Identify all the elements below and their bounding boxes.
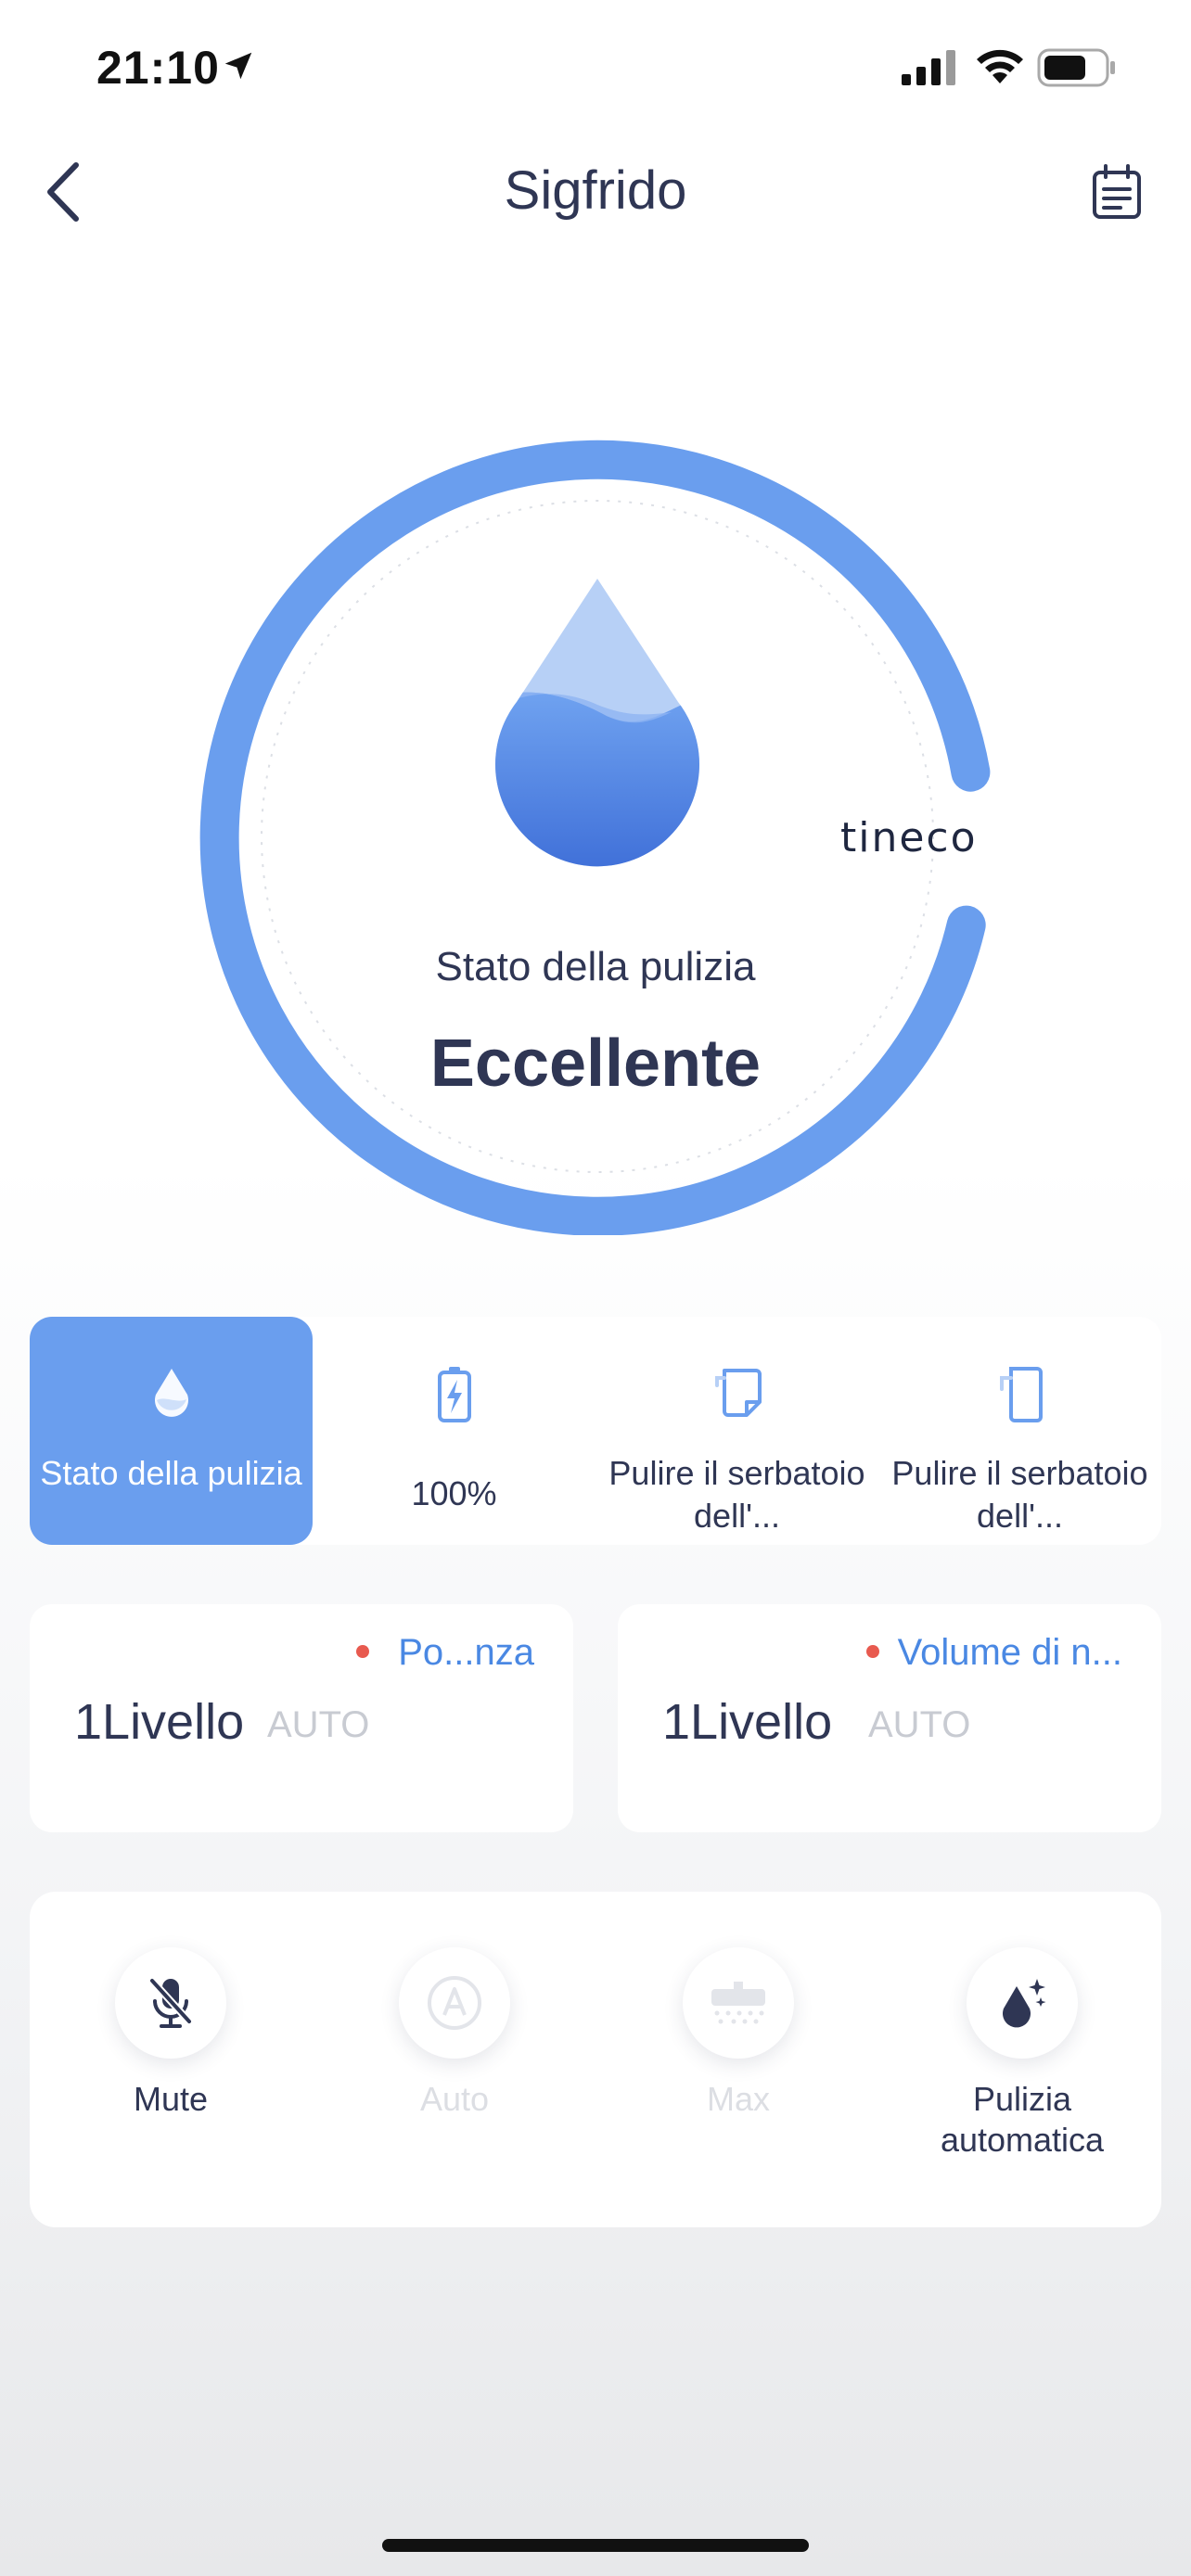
auto-mode-icon: [428, 1976, 481, 2030]
location-arrow-icon: [224, 52, 252, 80]
mode-label: AUTO: [267, 1704, 370, 1745]
status-time: 21:10: [96, 42, 220, 94]
home-indicator[interactable]: [382, 2539, 809, 2552]
mic-off-icon: [149, 1978, 192, 2028]
action-label: Pulizia automatica: [940, 2080, 1105, 2159]
mode-label: AUTO: [868, 1704, 971, 1745]
water-drop-icon: [494, 579, 699, 867]
level-value: 1Livello: [662, 1694, 833, 1750]
auto-mode-button[interactable]: Auto: [352, 1947, 557, 2120]
mute-circle[interactable]: [115, 1947, 226, 2059]
battery-charging-icon: [437, 1367, 471, 1422]
max-circle[interactable]: [683, 1947, 794, 2059]
notification-dot: [356, 1645, 369, 1658]
tab-cleaning-status[interactable]: Stato della pulizia: [30, 1317, 313, 1545]
self-clean-icon: [1003, 1979, 1046, 2028]
card-tag: Volume di n...: [897, 1632, 1122, 1673]
self-clean-button[interactable]: Pulizia automatica: [920, 1947, 1124, 2161]
tab-battery[interactable]: 100%: [313, 1317, 596, 1545]
cellular-signal-icon: [902, 50, 955, 85]
wifi-icon: [977, 49, 1023, 83]
max-mode-icon: [711, 1982, 765, 2024]
notification-dot: [866, 1645, 879, 1658]
gauge-value: Eccellente: [429, 1027, 762, 1101]
self-clean-circle[interactable]: [967, 1947, 1078, 2059]
tab-label: Pulire il serbatoio dell'...: [608, 1454, 865, 1535]
action-label: Max: [706, 2080, 770, 2118]
battery-icon: [1037, 48, 1115, 87]
auto-circle[interactable]: [399, 1947, 510, 2059]
action-label: Auto: [419, 2080, 490, 2118]
clean-tank-icon: [999, 1367, 1043, 1422]
tab-label: Pulire il serbatoio dell'...: [891, 1454, 1148, 1535]
suction-power-card[interactable]: Po...nza 1Livello AUTO: [30, 1604, 573, 1832]
level-value: 1Livello: [74, 1694, 245, 1750]
action-label: Mute: [133, 2080, 209, 2118]
tab-clean-tank[interactable]: Pulire il serbatoio dell'...: [878, 1317, 1161, 1545]
tab-dirty-tank[interactable]: Pulire il serbatoio dell'...: [596, 1317, 878, 1545]
status-tabbar: Stato della pulizia 100% Pulire il serba…: [30, 1317, 1161, 1545]
water-volume-card[interactable]: Volume di n... 1Livello AUTO: [618, 1604, 1161, 1832]
water-drop-icon: [154, 1369, 188, 1417]
quick-actions-panel: Mute Auto Max Pulizia automatica: [30, 1892, 1161, 2227]
tab-label: Stato della pulizia: [40, 1454, 302, 1492]
page-title: Sigfrido: [504, 160, 687, 221]
tab-label: 100%: [411, 1474, 497, 1512]
calendar-log-icon[interactable]: [1091, 163, 1143, 221]
dirty-tank-icon: [714, 1369, 762, 1417]
card-tag: Po...nza: [398, 1632, 534, 1673]
brand-logo: tineco: [840, 814, 978, 861]
gauge-label: Stato della pulizia: [435, 944, 756, 989]
max-mode-button[interactable]: Max: [636, 1947, 840, 2120]
mute-button[interactable]: Mute: [69, 1947, 273, 2120]
